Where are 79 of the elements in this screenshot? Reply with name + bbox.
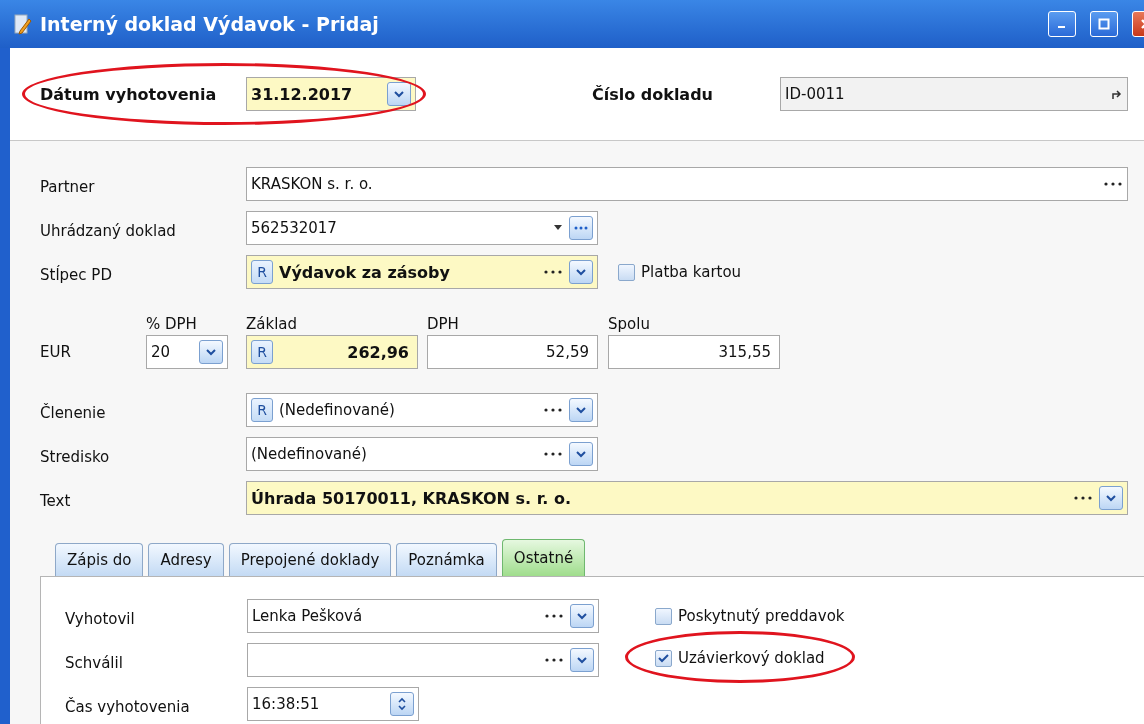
input-field[interactable]: ID-0011: [780, 77, 1128, 111]
document-pencil-icon: [14, 13, 32, 35]
input-field[interactable]: Úhrada 50170011, KRASKON s. r. o.: [246, 481, 1128, 515]
maximize-icon[interactable]: [1098, 18, 1110, 30]
more-icon[interactable]: [543, 407, 563, 413]
field-label: Vyhotovil: [65, 609, 136, 628]
column-label: % DPH: [146, 315, 198, 335]
tab[interactable]: Adresy: [148, 543, 224, 576]
tab[interactable]: Prepojené doklady: [228, 543, 392, 576]
input-field[interactable]: (Nedefinované): [246, 437, 598, 471]
column-label: DPH: [427, 315, 460, 335]
column-label: Spolu: [608, 315, 651, 335]
field-label: Dátum vyhotovenia: [40, 84, 218, 104]
more-icon[interactable]: [1073, 495, 1093, 501]
field-label: Číslo dokladu: [592, 84, 714, 104]
field-label: Stĺpec PD: [40, 264, 113, 284]
chevron-down-icon[interactable]: [393, 89, 405, 99]
maximize-button[interactable]: [1090, 11, 1118, 37]
input-field[interactable]: [247, 643, 599, 677]
window-title: Interný doklad Výdavok - Pridaj: [40, 13, 380, 35]
input-field[interactable]: Lenka Pešková: [247, 599, 599, 633]
checkbox[interactable]: [655, 607, 672, 625]
jump-arrow-icon[interactable]: [1111, 88, 1123, 100]
tab[interactable]: Poznámka: [396, 543, 497, 576]
field-label: Partner: [40, 177, 96, 196]
field-label: Text: [40, 491, 72, 510]
field-label: Schválil: [65, 653, 124, 672]
more-icon[interactable]: [1103, 181, 1123, 187]
field-label: Uhrádzaný doklad: [40, 221, 177, 240]
checkbox[interactable]: [618, 263, 635, 281]
input-field[interactable]: R (Nedefinované): [246, 393, 598, 427]
field-label: Čas vyhotovenia: [65, 696, 191, 716]
reference-badge[interactable]: R: [251, 398, 273, 422]
chevron-down-icon[interactable]: [575, 267, 587, 277]
checkbox-label: Uzávierkový doklad: [678, 649, 825, 667]
reference-badge[interactable]: R: [251, 260, 273, 284]
more-button[interactable]: [569, 216, 593, 240]
dropdown-button[interactable]: [387, 82, 411, 106]
input-field[interactable]: KRASKON s. r. o.: [246, 167, 1128, 201]
up-down-icon[interactable]: [397, 697, 407, 711]
field-label: Členenie: [40, 402, 107, 422]
dropdown-button[interactable]: [570, 604, 594, 628]
reference-badge[interactable]: R: [251, 340, 273, 364]
input-field[interactable]: 315,55: [608, 335, 780, 369]
check-icon[interactable]: [658, 653, 669, 663]
chevron-down-icon[interactable]: [575, 405, 587, 415]
dropdown-button[interactable]: [1099, 486, 1123, 510]
input-field[interactable]: 20: [146, 335, 228, 369]
currency-label: EUR: [40, 342, 72, 363]
input-field[interactable]: 31.12.2017: [246, 77, 416, 111]
chevron-down-icon[interactable]: [1105, 493, 1117, 503]
field-label: Stredisko: [40, 447, 111, 466]
column-label: Základ: [246, 315, 299, 335]
chevron-down-icon[interactable]: [575, 449, 587, 459]
caret-icon[interactable]: [553, 225, 563, 231]
tab[interactable]: Ostatné: [501, 539, 586, 576]
input-field[interactable]: 52,59: [427, 335, 598, 369]
tab[interactable]: Zápis do: [55, 543, 144, 576]
more-icon[interactable]: [543, 269, 563, 275]
checkbox-label: Platba kartou: [641, 263, 742, 281]
input-field[interactable]: R Výdavok za zásoby: [246, 255, 598, 289]
chevron-down-icon[interactable]: [576, 611, 588, 621]
input-field[interactable]: 562532017: [246, 211, 598, 245]
dropdown-button[interactable]: [569, 260, 593, 284]
minimize-button[interactable]: [1048, 11, 1076, 37]
more-icon[interactable]: [544, 613, 564, 619]
input-field[interactable]: R 262,96: [246, 335, 418, 369]
dropdown-button[interactable]: [569, 442, 593, 466]
more-icon[interactable]: [543, 451, 563, 457]
spin-button[interactable]: [390, 692, 414, 716]
dropdown-button[interactable]: [570, 648, 594, 672]
checkbox[interactable]: [655, 649, 672, 667]
chevron-down-icon[interactable]: [576, 655, 588, 665]
dropdown-button[interactable]: [199, 340, 223, 364]
chevron-down-icon[interactable]: [205, 347, 217, 357]
checkbox-label: Poskytnutý preddavok: [678, 607, 845, 625]
dropdown-button[interactable]: [569, 398, 593, 422]
more-icon[interactable]: [544, 657, 564, 663]
input-field[interactable]: 16:38:51: [247, 687, 419, 721]
